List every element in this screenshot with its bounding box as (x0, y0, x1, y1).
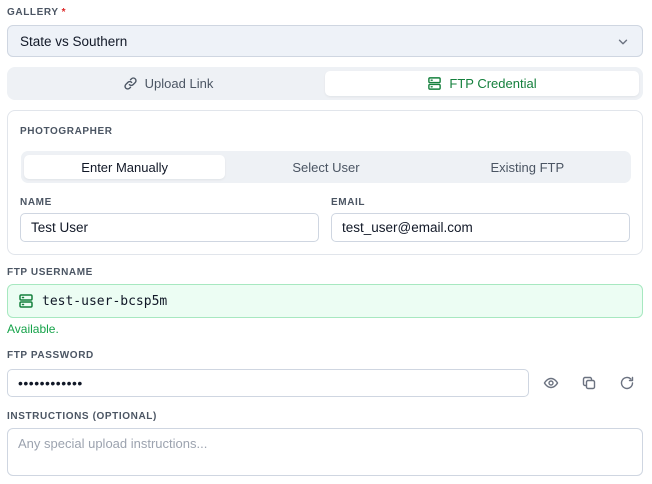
name-input[interactable]: Test User (20, 213, 319, 242)
gallery-select[interactable]: State vs Southern (7, 25, 643, 57)
tab-ftp-credential-label: FTP Credential (449, 76, 537, 91)
tab-ftp-credential[interactable]: FTP Credential (325, 71, 639, 96)
email-label: EMAIL (331, 197, 366, 208)
show-password-button[interactable] (541, 373, 561, 393)
username-availability-status: Available. (7, 322, 59, 336)
required-mark: * (61, 7, 67, 18)
chevron-down-icon (618, 39, 628, 45)
email-input[interactable]: test_user@email.com (331, 213, 630, 242)
ftp-password-masked: •••••••••••• (18, 375, 83, 391)
name-input-value: Test User (31, 220, 89, 235)
instructions-textarea[interactable] (7, 428, 643, 476)
photographer-source-tabs: Enter Manually Select User Existing FTP (21, 151, 631, 183)
regenerate-password-button[interactable] (617, 373, 637, 393)
instructions-label: INSTRUCTIONS (OPTIONAL) (7, 411, 157, 422)
ftp-password-label: FTP PASSWORD (7, 350, 94, 361)
credential-type-tabs: Upload Link FTP Credential (7, 67, 643, 100)
refresh-icon (620, 376, 634, 390)
server-icon (19, 294, 33, 308)
gallery-label: GALLERY * (7, 7, 67, 18)
tab-upload-link-label: Upload Link (144, 76, 214, 91)
name-label: NAME (20, 197, 52, 208)
email-input-value: test_user@email.com (342, 220, 473, 235)
copy-password-button[interactable] (579, 373, 599, 393)
server-icon (428, 77, 442, 90)
copy-icon (582, 376, 596, 390)
tab-existing-ftp[interactable]: Existing FTP (427, 155, 628, 179)
tab-enter-manually[interactable]: Enter Manually (24, 155, 226, 179)
link-icon (124, 77, 137, 90)
tab-select-user[interactable]: Select User (225, 155, 426, 179)
photographer-card: PHOTOGRAPHER Enter Manually Select User … (7, 110, 643, 255)
ftp-username-value: test-user-bcsp5m (42, 293, 168, 309)
ftp-username-label: FTP USERNAME (7, 267, 93, 278)
tab-upload-link[interactable]: Upload Link (11, 71, 325, 96)
eye-icon (543, 377, 559, 389)
gallery-selected-value: State vs Southern (20, 33, 128, 49)
ftp-username-field[interactable]: test-user-bcsp5m (7, 284, 643, 318)
ftp-password-input[interactable]: •••••••••••• (7, 369, 529, 397)
photographer-label: PHOTOGRAPHER (20, 126, 113, 137)
